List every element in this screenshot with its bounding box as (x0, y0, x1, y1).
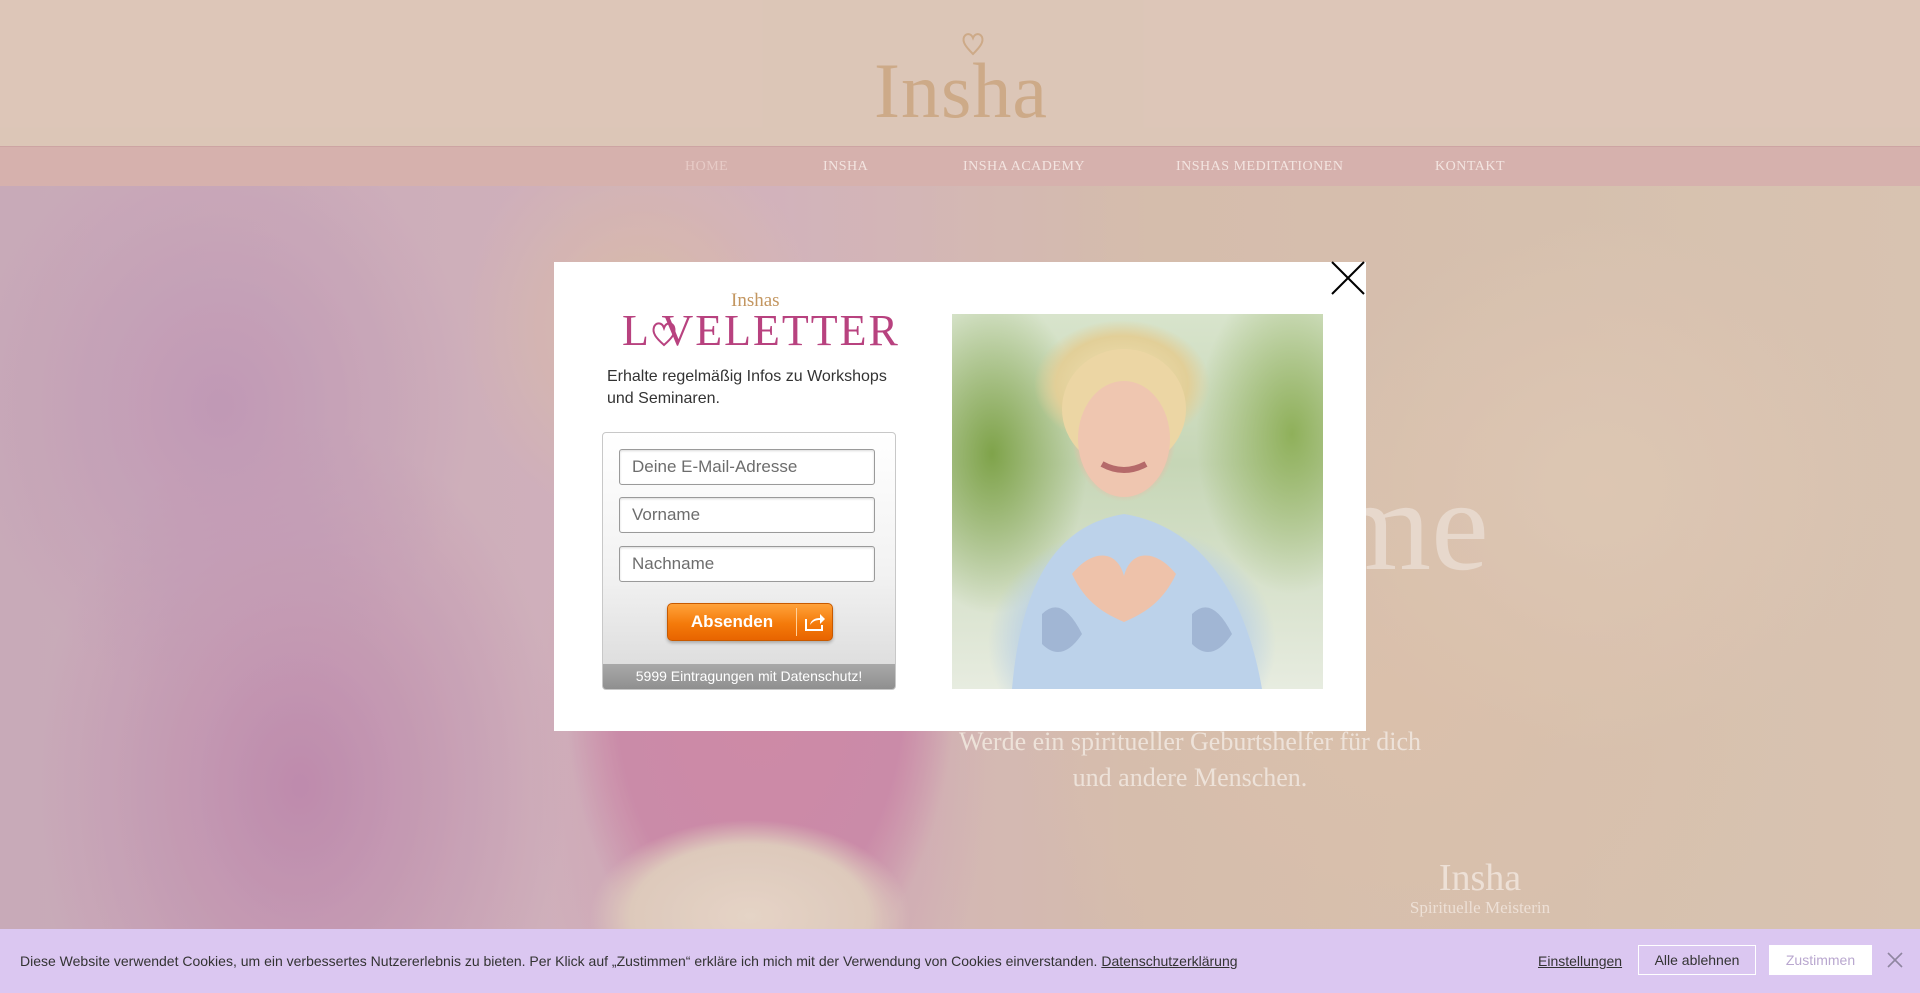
lastname-field[interactable] (619, 546, 875, 582)
submit-button[interactable]: Absenden (667, 603, 833, 641)
portrait-photo (952, 314, 1323, 689)
close-icon[interactable] (1886, 951, 1904, 969)
submit-label: Absenden (690, 612, 774, 631)
form-footer: 5999 Eintragungen mit Datenschutz! (603, 664, 895, 689)
cookie-banner: Diese Website verwendet Cookies, um ein … (0, 929, 1920, 993)
newsletter-description: Erhalte regelmäßig Infos zu Workshops un… (607, 368, 887, 407)
accept-button[interactable]: Zustimmen (1769, 945, 1872, 975)
privacy-link[interactable]: Datenschutzerklärung (1101, 953, 1237, 969)
cookie-text: Diese Website verwendet Cookies, um ein … (20, 953, 1098, 969)
close-icon[interactable] (1330, 260, 1366, 296)
cookie-text-wrap: Diese Website verwendet Cookies, um ein … (20, 953, 1238, 969)
firstname-field[interactable] (619, 497, 875, 533)
share-arrow-icon (805, 614, 825, 631)
email-field[interactable] (619, 449, 875, 485)
portrait-illustration (1012, 349, 1262, 689)
newsletter-form: Absenden 5999 Eintragungen mit Datenschu… (602, 432, 896, 690)
cookie-settings-link[interactable]: Einstellungen (1538, 953, 1622, 969)
submit-divider (796, 608, 797, 636)
heart-icon (652, 322, 676, 347)
reject-all-button[interactable]: Alle ablehnen (1638, 945, 1756, 975)
